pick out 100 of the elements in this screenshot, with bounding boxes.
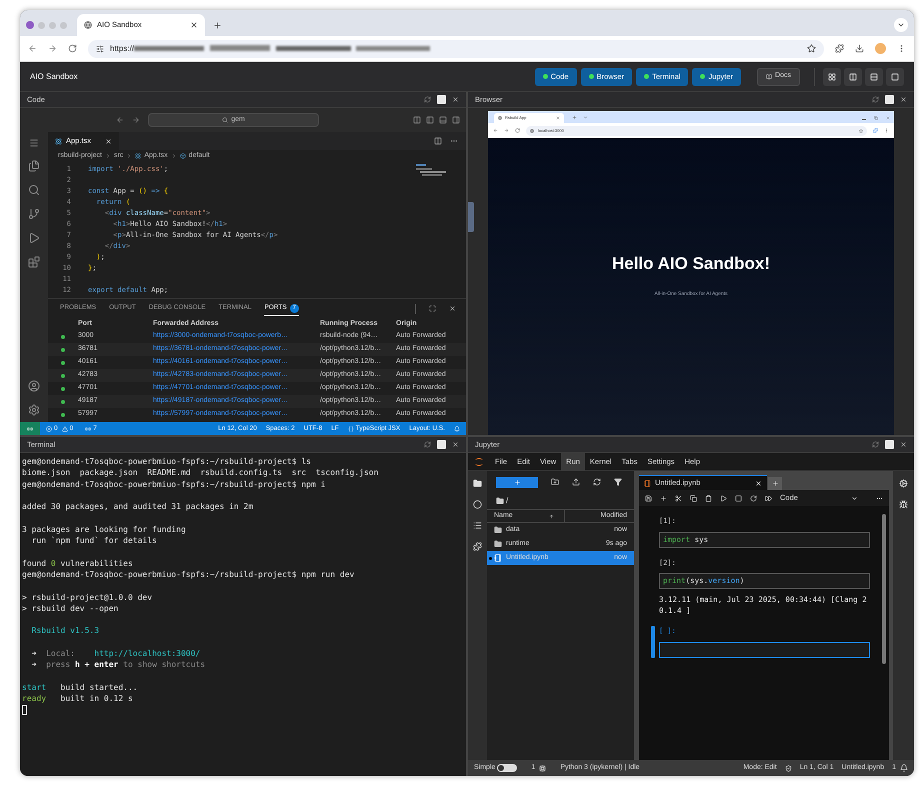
property-inspector-icon[interactable] [899, 479, 908, 488]
new-folder-icon[interactable] [551, 478, 559, 486]
chevron-icon [170, 153, 177, 159]
table-of-contents-icon[interactable] [473, 521, 482, 530]
close-icon[interactable] [452, 96, 459, 103]
close-icon[interactable] [449, 305, 456, 312]
site-info-icon[interactable] [96, 44, 104, 52]
tab-list-icon[interactable] [583, 115, 588, 120]
save-icon[interactable] [645, 494, 652, 502]
react-icon [55, 138, 62, 144]
secondary-sidebar-icon[interactable] [452, 116, 460, 124]
branch-icon[interactable] [28, 208, 40, 220]
chevron-icon [104, 153, 111, 159]
forward-icon[interactable] [504, 128, 509, 133]
extensions-icon[interactable] [28, 256, 40, 268]
search-icon[interactable] [28, 184, 40, 196]
layout-button[interactable] [865, 68, 883, 86]
notifications-icon[interactable] [900, 764, 908, 772]
add-cell-icon[interactable] [660, 494, 667, 502]
paste-icon[interactable] [705, 494, 712, 502]
back-icon[interactable] [28, 44, 37, 53]
copy-icon[interactable] [690, 494, 697, 502]
forward-icon[interactable] [132, 116, 140, 124]
reload-icon[interactable] [68, 44, 77, 53]
code-cell-input[interactable] [659, 642, 870, 658]
breadcrumb-path[interactable]: / [506, 495, 508, 507]
plus-icon [772, 480, 778, 487]
book-icon [766, 74, 772, 80]
tab-search-button[interactable] [894, 18, 908, 32]
new-tab-button[interactable] [768, 477, 782, 490]
close-icon[interactable] [900, 441, 907, 448]
close-icon[interactable] [452, 441, 459, 448]
terminal-line: found 0 vulnerabilities [22, 558, 133, 569]
scrollbar[interactable] [882, 514, 886, 664]
back-icon[interactable] [493, 128, 498, 133]
account-icon[interactable] [28, 380, 40, 392]
layout-icon [870, 72, 878, 80]
filter-icon[interactable] [614, 478, 622, 486]
kernel-icon[interactable] [539, 764, 546, 772]
notebook-icon [494, 554, 502, 562]
extensions-icon[interactable] [835, 44, 844, 53]
forward-icon[interactable] [48, 44, 57, 53]
remote-icon [27, 426, 33, 432]
terminal-line: gem@ondemand-t7osqboc-powerbmiuo-fspfs:~/rsbuild-project$ ls [22, 456, 311, 468]
new-tab-icon[interactable] [213, 20, 222, 30]
sidebar-toggle-icon[interactable] [426, 116, 434, 124]
error-icon [46, 426, 52, 432]
back-icon[interactable] [116, 116, 124, 124]
running-icon[interactable] [473, 500, 482, 509]
bookmark-star-icon[interactable] [859, 128, 863, 132]
new-tab-icon[interactable] [572, 115, 577, 120]
drag-handle[interactable] [468, 202, 474, 232]
layout-button[interactable] [886, 68, 904, 86]
folder-icon[interactable] [473, 479, 482, 488]
download-icon[interactable] [855, 44, 864, 53]
debugger-icon[interactable] [899, 500, 908, 509]
sort-ascending-icon[interactable] [548, 514, 554, 518]
terminal-line: biome.json package.json README.md rsbuild.config.ts src tsconfig.json [22, 467, 378, 479]
remote-button[interactable] [20, 422, 40, 435]
notifications-icon[interactable] [454, 426, 460, 432]
page-heading: Hello AIO Sandbox! [612, 253, 770, 275]
refresh-icon[interactable] [593, 478, 601, 486]
run-all-icon[interactable] [765, 494, 772, 502]
extension-icon[interactable] [873, 128, 878, 133]
layout-icon[interactable] [413, 116, 421, 124]
simple-mode-toggle[interactable] [497, 764, 518, 772]
reload-icon[interactable] [515, 128, 520, 133]
bookmark-star-icon[interactable] [807, 44, 816, 53]
split-editor-icon[interactable] [434, 137, 442, 145]
close-icon[interactable] [190, 21, 198, 29]
jupyter-logo-icon [474, 456, 484, 468]
restart-icon[interactable] [750, 494, 757, 502]
address-bar[interactable]: https:// [88, 40, 824, 58]
layout-button[interactable] [844, 68, 862, 86]
chevron-down-icon [897, 21, 905, 29]
warning-icon [62, 426, 68, 432]
globe-icon [530, 128, 534, 132]
settings-icon[interactable] [28, 404, 40, 416]
run-icon[interactable] [720, 494, 727, 502]
menu-icon[interactable] [29, 138, 39, 148]
maximize-icon[interactable] [429, 305, 436, 312]
terminal-line: ➜ press h + enter to show shortcuts [30, 659, 206, 671]
cut-icon[interactable] [675, 494, 682, 502]
new-launcher-button[interactable] [496, 476, 538, 488]
close-icon[interactable] [900, 96, 907, 103]
folder-icon [494, 540, 502, 548]
shield-check-icon[interactable] [784, 764, 792, 772]
braces-icon [348, 426, 354, 432]
panel-toggle-icon[interactable] [439, 116, 447, 124]
terminal-line: start build started... [22, 682, 138, 694]
cursor-icon [22, 704, 27, 715]
terminal-line: ready built in 0.12 s [22, 693, 133, 705]
stop-icon[interactable] [735, 494, 742, 502]
globe-icon [84, 21, 92, 29]
active-cell-bar [651, 626, 655, 658]
files-icon[interactable] [28, 160, 40, 172]
terminal-line: > rsbuild dev --open [22, 602, 118, 614]
upload-icon[interactable] [572, 478, 580, 486]
terminal-line: > rsbuild-project@1.0.0 dev [22, 592, 152, 603]
layout-button[interactable] [823, 68, 841, 86]
